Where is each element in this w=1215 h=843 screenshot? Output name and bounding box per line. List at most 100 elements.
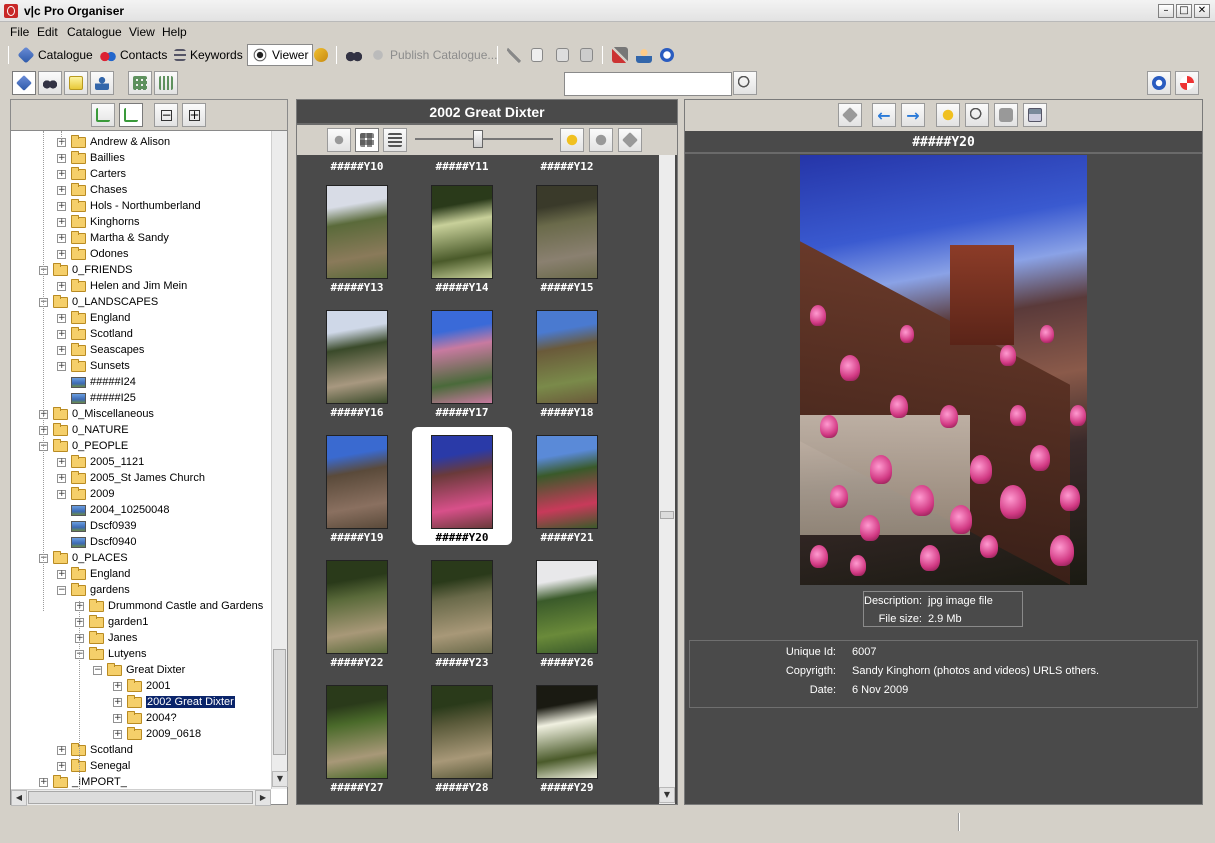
- grid-large-button[interactable]: [154, 71, 178, 95]
- tree-expander-icon[interactable]: +: [57, 473, 66, 483]
- menu-edit[interactable]: Edit: [37, 25, 58, 39]
- tree-horizontal-scrollbar[interactable]: ◀ ▶: [11, 789, 271, 806]
- thumbnail-size-slider[interactable]: [415, 130, 553, 148]
- tree-item[interactable]: − Great Dixter: [93, 662, 185, 678]
- tree-expander-icon[interactable]: +: [57, 249, 66, 259]
- tree-item[interactable]: −0_LANDSCAPES: [39, 294, 158, 310]
- tree-item[interactable]: + Senegal: [57, 758, 130, 774]
- thumbnail-photo[interactable]: [431, 560, 493, 654]
- tree-item[interactable]: −0_FRIENDS: [39, 262, 133, 278]
- thumbnail-item[interactable]: #####Y18: [517, 302, 617, 420]
- catalogue-view-button[interactable]: [12, 71, 36, 95]
- info-button[interactable]: [1147, 71, 1171, 95]
- thumbnail-photo[interactable]: [326, 185, 388, 279]
- tag-button[interactable]: [618, 128, 642, 152]
- tree-expander-icon[interactable]: +: [57, 329, 66, 339]
- tree-item[interactable]: Dscf0940: [57, 534, 136, 550]
- tree-item[interactable]: + Janes: [75, 630, 137, 646]
- viewer-tag-button[interactable]: [838, 103, 862, 127]
- tree-expander-icon[interactable]: +: [57, 745, 66, 755]
- main-photo[interactable]: [800, 155, 1087, 585]
- tree-item[interactable]: 2004_10250048: [57, 502, 170, 518]
- person-view-button[interactable]: [90, 71, 114, 95]
- tree-expander-icon[interactable]: +: [57, 153, 66, 163]
- tree-item[interactable]: − Lutyens: [75, 646, 147, 662]
- tree-scroll-down[interactable]: ▼: [272, 771, 288, 787]
- tree-expander-icon[interactable]: +: [57, 169, 66, 179]
- tree-hscroll-thumb[interactable]: [28, 791, 253, 804]
- cut-button[interactable]: [503, 45, 525, 65]
- save-button[interactable]: [1023, 103, 1047, 127]
- gallery-scroll-track[interactable]: [660, 155, 674, 515]
- tree-item[interactable]: + Sunsets: [57, 358, 130, 374]
- list-view-button[interactable]: [383, 128, 407, 152]
- thumbnail-item[interactable]: #####Y20: [412, 427, 512, 545]
- tree-item[interactable]: +2009_0618: [113, 726, 201, 742]
- tree-expander-icon[interactable]: +: [113, 713, 122, 723]
- tree-item[interactable]: + Drummond Castle and Gardens: [75, 598, 263, 614]
- search-button[interactable]: [733, 71, 757, 95]
- tree-expand-button[interactable]: [91, 103, 115, 127]
- tree-expander-icon[interactable]: +: [113, 681, 122, 691]
- gallery-vertical-scrollbar[interactable]: ▼: [659, 155, 675, 804]
- tree-vertical-scrollbar[interactable]: ▼: [271, 131, 288, 789]
- notes-view-button[interactable]: [64, 71, 88, 95]
- tree-item[interactable]: + Scotland: [57, 742, 133, 758]
- thumbnail-photo[interactable]: [431, 435, 493, 529]
- menu-help[interactable]: Help: [162, 25, 187, 39]
- publish-catalogue-button[interactable]: Publish Catalogue...: [366, 45, 501, 65]
- next-image-button[interactable]: →: [901, 103, 925, 127]
- thumbnail-view-button[interactable]: [355, 128, 379, 152]
- thumbnail-photo[interactable]: [536, 560, 598, 654]
- thumbnail-item[interactable]: #####Y21: [517, 427, 617, 545]
- tree-item[interactable]: + England: [57, 566, 130, 582]
- thumbnail-item[interactable]: #####Y19: [307, 427, 407, 545]
- tree-expander-icon[interactable]: +: [57, 185, 66, 195]
- tree-expander-icon[interactable]: +: [39, 777, 48, 787]
- tree-expander-icon[interactable]: −: [57, 585, 66, 595]
- tree-item[interactable]: + Martha & Sandy: [57, 230, 169, 246]
- tree-item[interactable]: + Kinghorns: [57, 214, 140, 230]
- tree-scroll-right[interactable]: ▶: [255, 790, 271, 806]
- thumbnail-photo[interactable]: [326, 560, 388, 654]
- paste-special-button[interactable]: [576, 45, 597, 65]
- minimize-button[interactable]: –: [1158, 4, 1174, 18]
- favourite-button[interactable]: [589, 128, 613, 152]
- close-button[interactable]: ✕: [1194, 4, 1210, 18]
- tree-item[interactable]: + Andrew & Alison: [57, 134, 170, 150]
- tree-item[interactable]: Dscf0939: [57, 518, 136, 534]
- collapse-all-button[interactable]: −: [154, 103, 178, 127]
- expand-all-button[interactable]: +: [182, 103, 206, 127]
- tree-branch-button[interactable]: [119, 103, 143, 127]
- catalogue-button[interactable]: Catalogue: [14, 45, 97, 65]
- gallery-back-button[interactable]: [327, 128, 351, 152]
- tree-item[interactable]: + Baillies: [57, 150, 125, 166]
- tree-expander-icon[interactable]: +: [57, 489, 66, 499]
- thumbnail-item[interactable]: #####Y28: [412, 677, 512, 795]
- tree-item[interactable]: + Carters: [57, 166, 126, 182]
- thumbnail-item[interactable]: #####Y17: [412, 302, 512, 420]
- zoom-button[interactable]: [965, 103, 989, 127]
- add-favourite-button[interactable]: [560, 128, 584, 152]
- tree-item[interactable]: +0_Miscellaneous: [39, 406, 154, 422]
- thumbnail-item[interactable]: #####Y23: [412, 552, 512, 670]
- menu-file[interactable]: File: [10, 25, 29, 39]
- tree-expander-icon[interactable]: +: [57, 761, 66, 771]
- menu-catalogue[interactable]: Catalogue: [67, 25, 122, 39]
- thumbnail-photo[interactable]: [536, 185, 598, 279]
- thumbnail-item[interactable]: #####Y14: [412, 177, 512, 295]
- binoculars-button[interactable]: [342, 45, 366, 65]
- tree-expander-icon[interactable]: +: [57, 313, 66, 323]
- thumbnail-photo[interactable]: [326, 435, 388, 529]
- lifebuoy-button[interactable]: [1175, 71, 1199, 95]
- tree-item[interactable]: +2002 Great Dixter: [113, 694, 235, 710]
- menu-view[interactable]: View: [129, 25, 155, 39]
- thumbnail-item[interactable]: #####Y29: [517, 677, 617, 795]
- thumbnail-item[interactable]: #####Y22: [307, 552, 407, 670]
- tree-expander-icon[interactable]: −: [93, 665, 102, 675]
- sync-button[interactable]: [310, 45, 332, 65]
- contacts-button[interactable]: Contacts: [96, 45, 171, 65]
- tree-expander-icon[interactable]: +: [57, 361, 66, 371]
- tree-expander-icon[interactable]: +: [57, 281, 66, 291]
- help-button[interactable]: [656, 45, 678, 65]
